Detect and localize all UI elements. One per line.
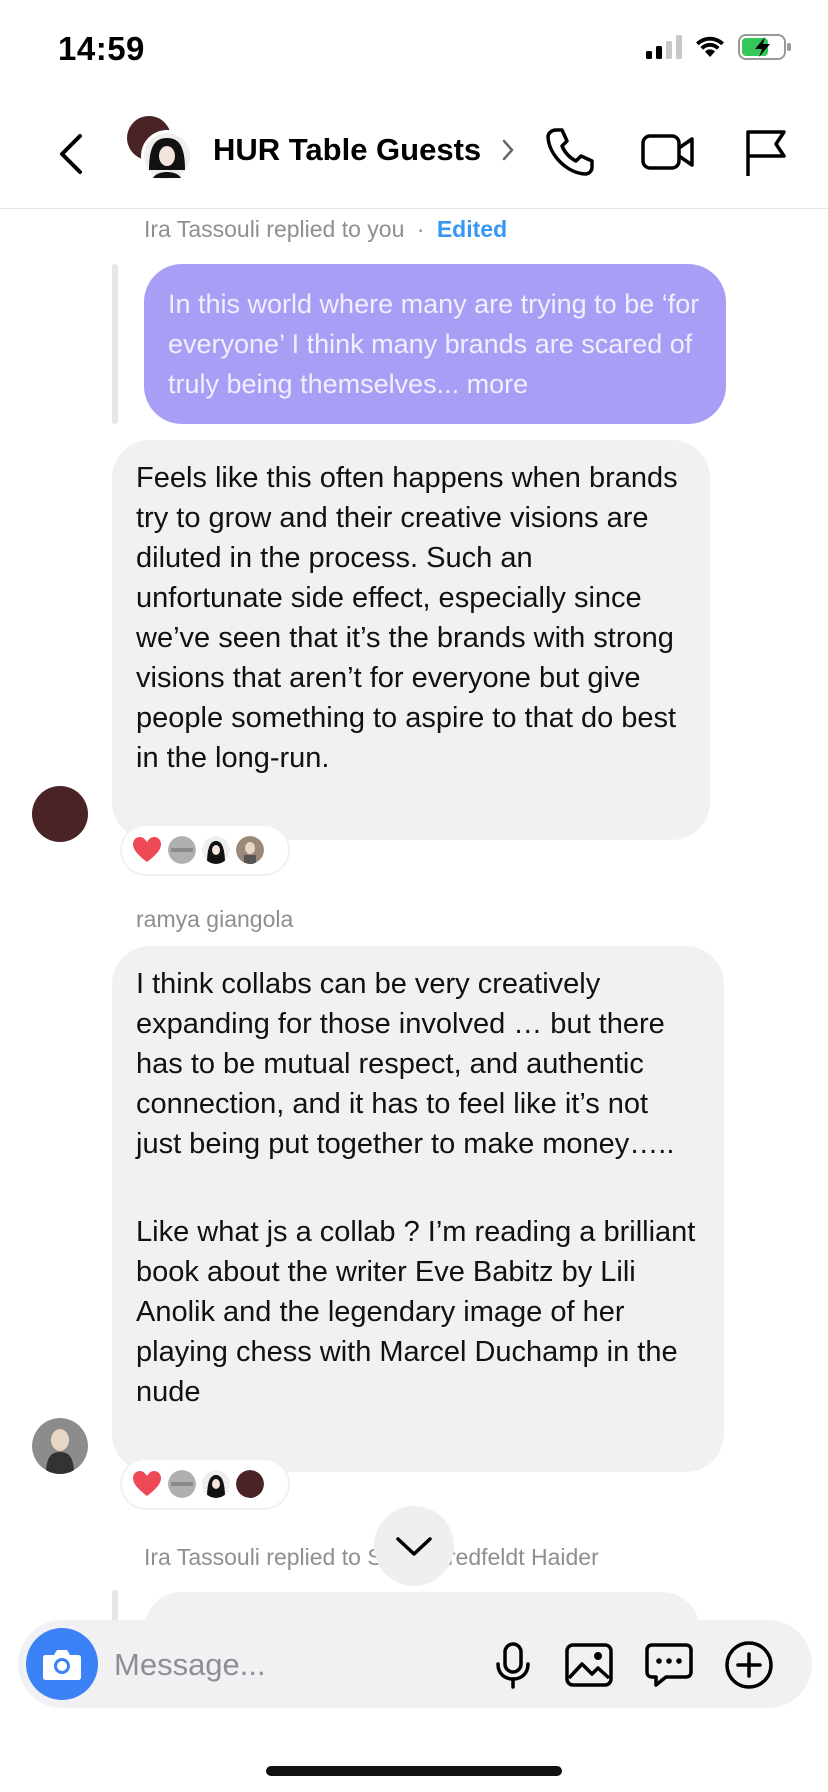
quoted-message-bubble[interactable]: In this world where many are trying to b… <box>144 264 726 424</box>
heart-icon <box>133 1471 161 1496</box>
home-indicator <box>266 1766 562 1776</box>
reactor-avatar <box>168 836 196 864</box>
chat-header: HUR Table Guests <box>0 96 828 209</box>
reactor-avatar <box>168 1470 196 1498</box>
heart-icon <box>133 837 161 862</box>
scroll-down-button[interactable] <box>374 1506 454 1586</box>
group-title[interactable]: HUR Table Guests <box>213 132 481 168</box>
message-bubble[interactable]: I think collabs can be very creatively e… <box>112 946 724 1472</box>
reaction-bar[interactable] <box>122 1460 288 1508</box>
message-text: I think collabs can be very creatively e… <box>136 968 675 1160</box>
message-bubble[interactable]: Feels like this often happens when brand… <box>112 440 710 840</box>
reaction-bar[interactable] <box>122 826 288 874</box>
video-icon[interactable] <box>640 124 696 180</box>
camera-icon <box>43 1650 81 1680</box>
group-avatar[interactable] <box>127 116 193 182</box>
reactor-avatar <box>236 836 264 864</box>
status-icons <box>646 34 792 60</box>
quote-bar <box>112 264 118 424</box>
avatar[interactable] <box>32 1418 88 1474</box>
chevron-right-icon[interactable] <box>501 138 515 162</box>
wifi-icon <box>696 36 724 57</box>
chevron-down-icon <box>396 1537 432 1556</box>
reply-meta-2: Ira Tassouli replied to Signe Bredfeldt … <box>144 1544 599 1570</box>
reply-meta-text: Ira Tassouli replied to you <box>144 216 405 242</box>
plus-icon[interactable] <box>724 1640 774 1690</box>
reactor-avatar <box>236 1470 264 1498</box>
sticker-icon[interactable] <box>644 1640 694 1690</box>
message-composer <box>18 1620 812 1708</box>
gallery-icon[interactable] <box>564 1640 614 1690</box>
status-time: 14:59 <box>58 30 145 67</box>
back-icon[interactable] <box>52 130 92 178</box>
sender-name: ramya giangola <box>136 906 294 932</box>
avatar[interactable] <box>32 786 88 842</box>
message-input[interactable] <box>112 1638 486 1692</box>
flag-icon[interactable] <box>738 124 794 180</box>
reactor-avatar <box>202 1470 230 1498</box>
phone-icon[interactable] <box>542 124 598 180</box>
reply-meta: Ira Tassouli replied to you · Edited <box>144 216 507 243</box>
reactor-avatar <box>202 836 230 864</box>
edited-label[interactable]: Edited <box>437 216 507 242</box>
meta-separator: · <box>416 216 425 242</box>
camera-button[interactable] <box>26 1628 98 1700</box>
battery-charging-icon <box>738 34 791 60</box>
message-text: Like what js a collab ? I’m reading a br… <box>136 1216 696 1408</box>
message-text: Feels like this often happens when brand… <box>136 462 678 774</box>
signal-icon <box>646 35 682 59</box>
mic-icon[interactable] <box>488 1640 538 1690</box>
